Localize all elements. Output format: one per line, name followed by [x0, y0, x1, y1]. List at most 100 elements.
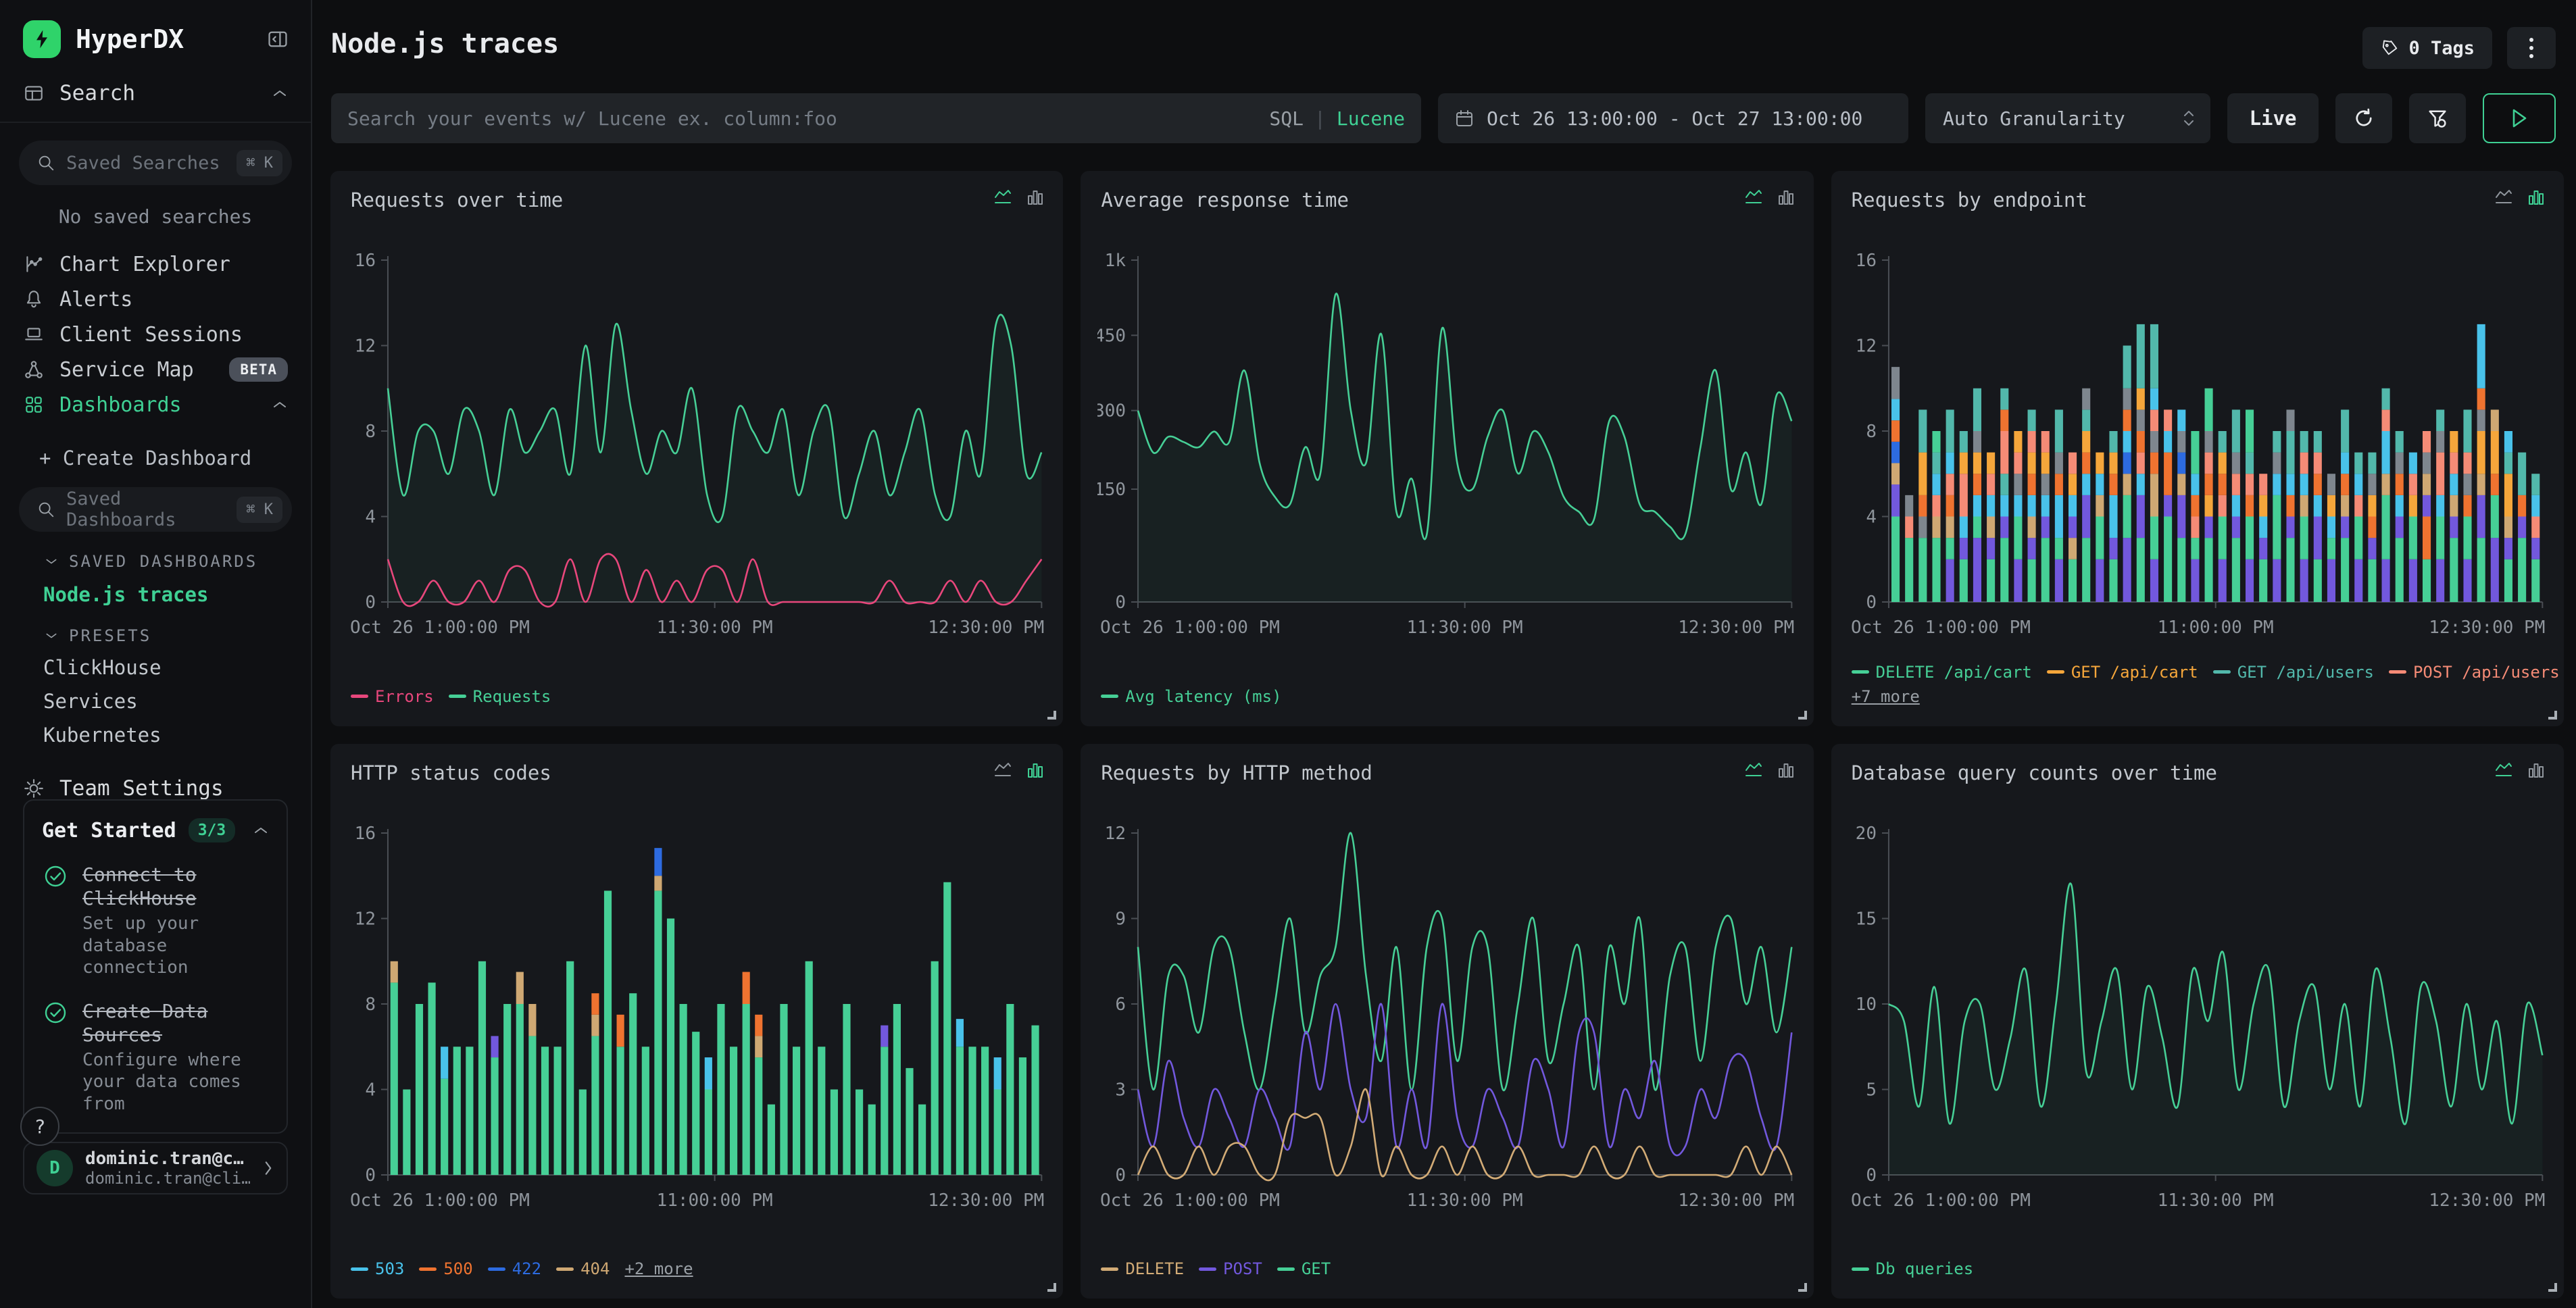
- legend-item[interactable]: 500: [419, 1257, 472, 1281]
- line-chart-mode-icon[interactable]: [993, 187, 1013, 207]
- svg-text:300: 300: [1097, 401, 1126, 422]
- svg-text:12:30:00 PM: 12:30:00 PM: [1679, 618, 1795, 638]
- bar-chart-mode-icon[interactable]: [2526, 187, 2546, 207]
- legend-item[interactable]: Requests: [449, 684, 551, 709]
- chart-canvas[interactable]: 0481216Oct 26 1:00:00 PM11:30:00 PM12:30…: [347, 251, 1046, 656]
- preset-clickhouse[interactable]: ClickHouse: [0, 656, 311, 679]
- legend-item[interactable]: 404: [556, 1257, 610, 1281]
- panel-resize-handle[interactable]: [1047, 1283, 1056, 1292]
- kebab-menu-button[interactable]: [2507, 27, 2556, 69]
- legend-item[interactable]: DELETE /api/cart: [1852, 660, 2032, 684]
- check-circle-icon: [42, 863, 69, 979]
- sidebar-item-client-sessions[interactable]: Client Sessions: [0, 317, 311, 352]
- refresh-button[interactable]: [2335, 93, 2392, 143]
- legend-label: DELETE /api/cart: [1876, 660, 2032, 684]
- saved-searches-placeholder: Saved Searches: [66, 153, 237, 174]
- run-query-button[interactable]: [2483, 93, 2556, 143]
- sidebar-item-search[interactable]: Search: [0, 81, 311, 105]
- bar-chart-mode-icon[interactable]: [1776, 187, 1796, 207]
- line-chart-mode-icon[interactable]: [993, 760, 1013, 780]
- play-icon: [2509, 107, 2529, 130]
- panel-resize-handle[interactable]: [1047, 711, 1056, 720]
- legend-label: Requests: [473, 684, 551, 709]
- chevron-right-icon: [262, 1159, 274, 1177]
- brand-title: HyperDX: [76, 24, 266, 54]
- chevron-up-icon[interactable]: [253, 825, 269, 836]
- legend-label: Avg latency (ms): [1125, 684, 1281, 709]
- legend-item[interactable]: Db queries: [1852, 1257, 1974, 1281]
- chevron-up-icon[interactable]: [272, 399, 288, 410]
- tags-button[interactable]: 0 Tags: [2362, 27, 2492, 69]
- legend-item[interactable]: 422: [488, 1257, 541, 1281]
- svg-text:0: 0: [1866, 1165, 1877, 1185]
- lang-separator: |: [1314, 107, 1326, 130]
- svg-text:12: 12: [1855, 336, 1876, 356]
- panel-resize-handle[interactable]: [2548, 711, 2557, 720]
- chart-canvas[interactable]: 01503004501kOct 26 1:00:00 PM11:30:00 PM…: [1097, 251, 1796, 656]
- legend-item[interactable]: Avg latency (ms): [1101, 684, 1281, 709]
- line-chart-mode-icon[interactable]: [1743, 760, 1764, 780]
- filter-button[interactable]: [2409, 93, 2466, 143]
- chart-canvas[interactable]: 0481216Oct 26 1:00:00 PM11:00:00 PM12:30…: [347, 824, 1046, 1229]
- filter-icon: [2426, 107, 2449, 130]
- chart-canvas[interactable]: 0481216Oct 26 1:00:00 PM11:00:00 PM12:30…: [1848, 251, 2547, 656]
- avatar: D: [36, 1150, 73, 1186]
- sidebar-item-chart-explorer[interactable]: Chart Explorer: [0, 247, 311, 282]
- sql-toggle[interactable]: SQL: [1269, 107, 1304, 130]
- live-button[interactable]: Live: [2227, 93, 2319, 143]
- panel-resize-handle[interactable]: [1798, 1283, 1807, 1292]
- legend-item[interactable]: 503: [351, 1257, 404, 1281]
- get-started-item-sources[interactable]: Create Data Sources Configure where your…: [42, 999, 269, 1115]
- legend-item[interactable]: DELETE: [1101, 1257, 1184, 1281]
- sidebar-item-service-map[interactable]: Service Map BETA: [0, 352, 311, 387]
- bar-chart-mode-icon[interactable]: [1776, 760, 1796, 780]
- event-search-input[interactable]: [347, 107, 1269, 130]
- legend-swatch: [1852, 1267, 1869, 1271]
- bar-chart-mode-icon[interactable]: [2526, 760, 2546, 780]
- legend-item[interactable]: GET /api/cart: [2047, 660, 2198, 684]
- bar-chart-mode-icon[interactable]: [1025, 187, 1045, 207]
- dashboard-link-nodejs-traces[interactable]: Node.js traces: [0, 583, 311, 606]
- legend-item[interactable]: GET /api/users: [2213, 660, 2374, 684]
- sidebar-collapse-icon[interactable]: [266, 28, 289, 51]
- get-started-item-subtitle: Set up your database connection: [82, 913, 269, 979]
- chevron-up-icon[interactable]: [272, 88, 288, 99]
- legend-more-link[interactable]: +7 more: [1852, 687, 1920, 706]
- line-chart-mode-icon[interactable]: [2494, 760, 2514, 780]
- line-chart-mode-icon[interactable]: [1743, 187, 1764, 207]
- saved-dashboards-group[interactable]: SAVED DASHBOARDS: [0, 552, 311, 571]
- sidebar-item-dashboards[interactable]: Dashboards: [0, 387, 311, 422]
- preset-kubernetes[interactable]: Kubernetes: [0, 724, 311, 747]
- svg-text:12:30:00 PM: 12:30:00 PM: [928, 1190, 1044, 1210]
- svg-text:6: 6: [1116, 994, 1126, 1014]
- legend-item[interactable]: Errors: [351, 684, 434, 709]
- user-card[interactable]: D dominic.tran@c… dominic.tran@cli…: [23, 1142, 288, 1194]
- chart-canvas[interactable]: 036912Oct 26 1:00:00 PM11:30:00 PM12:30:…: [1097, 824, 1796, 1229]
- legend-item[interactable]: GET: [1277, 1257, 1331, 1281]
- sidebar-item-team-settings[interactable]: Team Settings: [0, 776, 311, 801]
- legend-item[interactable]: POST: [1199, 1257, 1262, 1281]
- panel-requests-by-http-method: Requests by HTTP method 036912Oct 26 1:0…: [1081, 744, 1813, 1299]
- create-dashboard-button[interactable]: + Create Dashboard: [0, 447, 311, 470]
- preset-services[interactable]: Services: [0, 690, 311, 713]
- chart-canvas[interactable]: 05101520Oct 26 1:00:00 PM11:30:00 PM12:3…: [1848, 824, 2547, 1229]
- svg-text:11:00:00 PM: 11:00:00 PM: [2157, 618, 2273, 638]
- get-started-item-connect[interactable]: Connect to ClickHouse Set up your databa…: [42, 863, 269, 979]
- panel-resize-handle[interactable]: [2548, 1283, 2557, 1292]
- date-range-button[interactable]: Oct 26 13:00:00 - Oct 27 13:00:00: [1438, 93, 1908, 143]
- legend-more-link[interactable]: +2 more: [624, 1257, 693, 1281]
- legend-swatch: [1199, 1267, 1216, 1271]
- bar-chart-mode-icon[interactable]: [1025, 760, 1045, 780]
- svg-text:Oct 26 1:00:00 PM: Oct 26 1:00:00 PM: [350, 618, 530, 638]
- presets-group[interactable]: PRESETS: [0, 626, 311, 645]
- granularity-select[interactable]: Auto Granularity: [1925, 93, 2210, 143]
- help-button[interactable]: ?: [20, 1107, 59, 1146]
- check-circle-icon: [42, 999, 69, 1115]
- panel-resize-handle[interactable]: [1798, 711, 1807, 720]
- legend-item[interactable]: POST /api/users: [2389, 660, 2560, 684]
- saved-searches-input[interactable]: Saved Searches ⌘ K: [19, 141, 292, 185]
- lucene-toggle[interactable]: Lucene: [1337, 107, 1405, 130]
- line-chart-mode-icon[interactable]: [2494, 187, 2514, 207]
- sidebar-item-alerts[interactable]: Alerts: [0, 282, 311, 317]
- saved-dashboards-input[interactable]: Saved Dashboards ⌘ K: [19, 487, 292, 532]
